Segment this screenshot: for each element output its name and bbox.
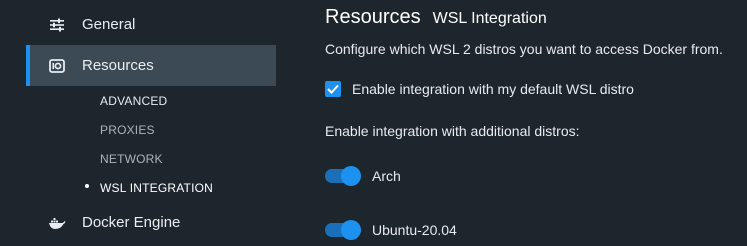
default-distro-checkbox-row[interactable]: Enable integration with my default WSL d… bbox=[325, 81, 634, 97]
sidebar-subitem-proxies[interactable]: PROXIES bbox=[100, 123, 155, 137]
distro-row: Arch bbox=[325, 166, 401, 186]
distro-row: Ubuntu-20.04 bbox=[325, 220, 457, 240]
distro-name: Ubuntu-20.04 bbox=[372, 222, 457, 238]
toggle-knob bbox=[341, 166, 361, 186]
sidebar: General Resources ADVANCED PROXIES NETWO… bbox=[0, 0, 296, 246]
sidebar-subitem-network[interactable]: NETWORK bbox=[100, 152, 163, 166]
sidebar-item-label: General bbox=[82, 16, 136, 33]
sidebar-item-docker-engine[interactable]: Docker Engine bbox=[26, 202, 276, 243]
sidebar-subitem-wsl-integration[interactable]: WSL INTEGRATION bbox=[100, 181, 213, 195]
sidebar-item-label: Resources bbox=[82, 57, 154, 74]
whale-icon bbox=[48, 214, 66, 232]
active-bullet-icon bbox=[85, 184, 89, 188]
sidebar-item-resources[interactable]: Resources bbox=[26, 45, 276, 86]
toggle-knob bbox=[341, 220, 361, 240]
resources-icon bbox=[48, 57, 66, 75]
default-distro-checkbox[interactable] bbox=[325, 81, 341, 97]
distro-name: Arch bbox=[372, 168, 401, 184]
page-subtitle: WSL Integration bbox=[432, 10, 547, 27]
distro-toggle-arch[interactable] bbox=[325, 166, 361, 186]
main-content: Resources WSL Integration Configure which… bbox=[325, 0, 747, 246]
sidebar-subitem-advanced[interactable]: ADVANCED bbox=[100, 94, 167, 108]
distro-toggle-ubuntu[interactable] bbox=[325, 220, 361, 240]
page-heading: Resources WSL Integration bbox=[325, 6, 547, 29]
sidebar-item-label: Docker Engine bbox=[82, 214, 181, 231]
page-description: Configure which WSL 2 distros you want t… bbox=[325, 41, 723, 57]
additional-distros-label: Enable integration with additional distr… bbox=[325, 123, 580, 139]
sidebar-item-general[interactable]: General bbox=[26, 4, 276, 45]
sliders-icon bbox=[48, 16, 66, 34]
default-distro-label: Enable integration with my default WSL d… bbox=[352, 81, 634, 97]
page-title: Resources bbox=[325, 6, 421, 28]
